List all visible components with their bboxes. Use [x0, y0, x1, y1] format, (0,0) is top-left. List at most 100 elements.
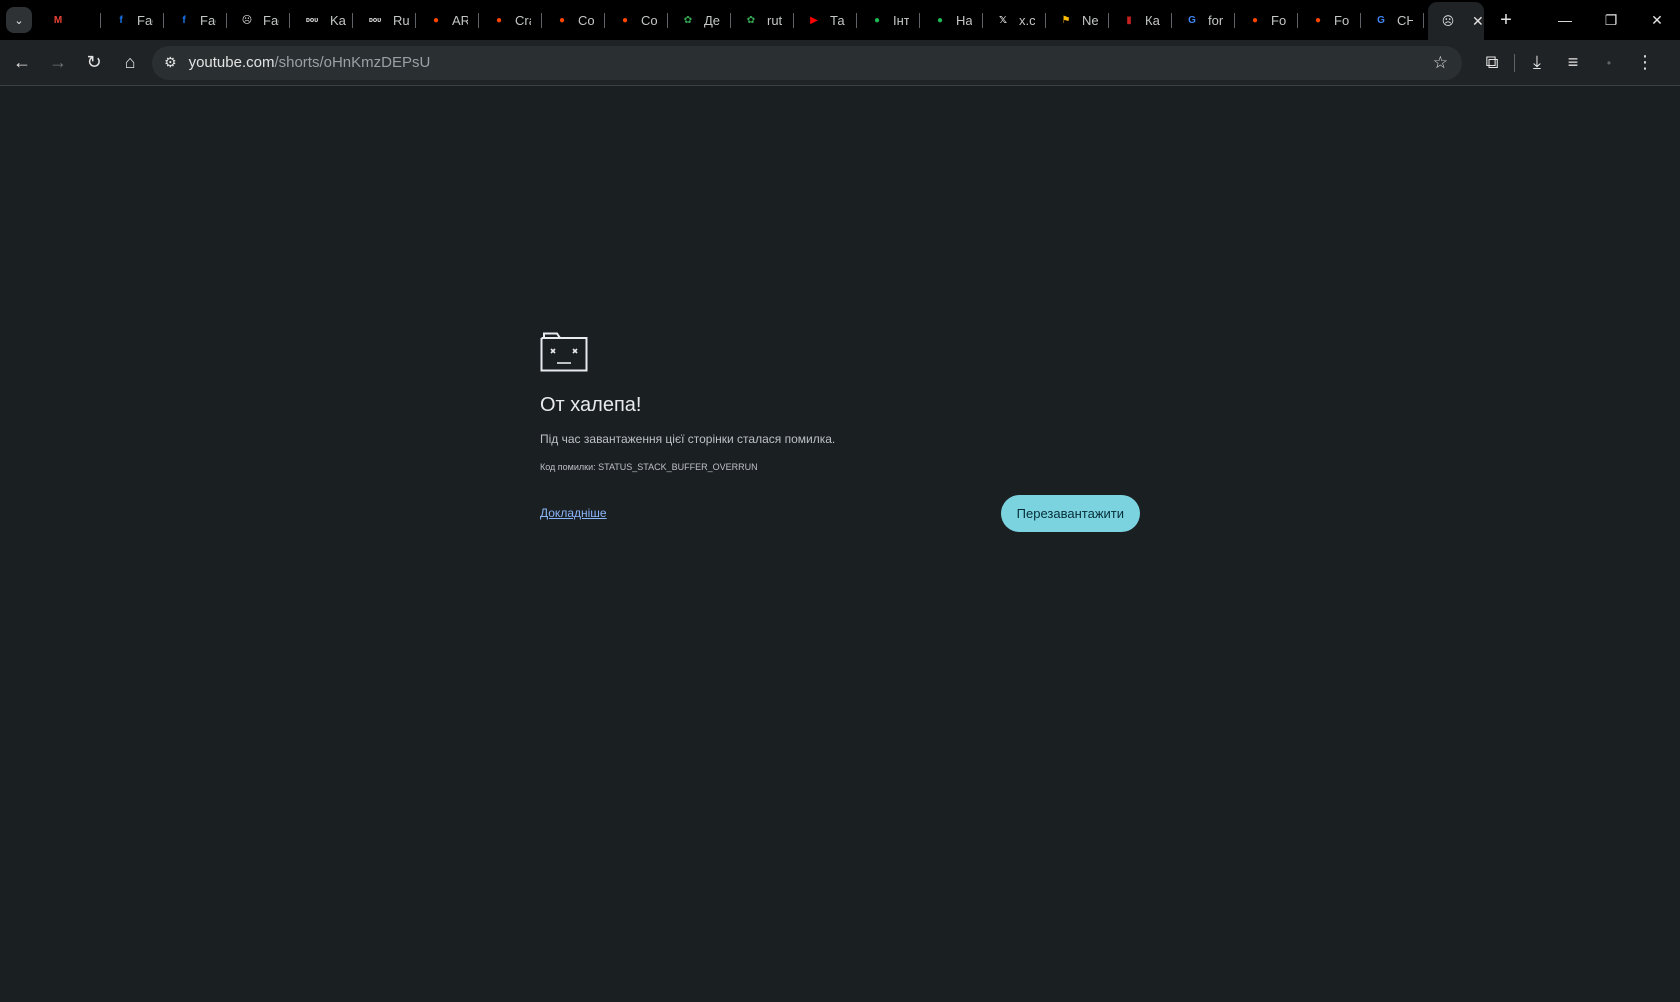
tab-title: rut: [767, 12, 783, 28]
green-globe-icon: ●: [873, 14, 881, 26]
arrow-left-icon: ←: [13, 52, 31, 72]
url-host: youtube.com: [188, 54, 275, 71]
sad-tab-icon: ☹: [241, 14, 253, 26]
tab[interactable]: ▶ Та: [794, 0, 857, 40]
tab-title: for: [1208, 12, 1224, 28]
tab[interactable]: ✿ rut: [731, 0, 794, 40]
tab-title: Fac: [200, 12, 216, 28]
facebook-icon: f: [119, 14, 123, 26]
tab[interactable]: ● Інт: [857, 0, 920, 40]
flag-icon: ⚑: [1061, 14, 1071, 26]
sad-folder-icon: [540, 332, 588, 372]
google-icon: G: [1188, 14, 1196, 26]
restore-button[interactable]: ❐: [1588, 0, 1634, 40]
tab-title: Ка: [1145, 12, 1160, 28]
reload-page-button[interactable]: Перезавантажити: [1000, 494, 1140, 532]
sad-tab-icon: ☹: [1441, 14, 1455, 28]
page-content: От халепа! Під час завантаження цієї сто…: [0, 87, 1680, 1002]
bookmark-star-icon[interactable]: ☆: [1433, 53, 1448, 73]
tab-title: CH: [1397, 12, 1413, 28]
forward-button[interactable]: →: [40, 45, 76, 81]
tab-title: AR: [452, 12, 468, 28]
learn-more-link[interactable]: Докладніше: [540, 506, 607, 520]
back-button[interactable]: ←: [4, 45, 40, 81]
tab[interactable]: ⚑ Ne: [1046, 0, 1109, 40]
reddit-icon: ●: [1314, 14, 1322, 26]
reddit-icon: ●: [558, 14, 566, 26]
tab[interactable]: ᴅᴏᴜ Ru: [353, 0, 416, 40]
tab[interactable]: ● На: [920, 0, 983, 40]
chevron-down-icon: ⌄: [14, 14, 24, 27]
youtube-icon: ▶: [810, 14, 818, 26]
url-text[interactable]: youtube.com/shorts/oHnKmzDEPsU: [189, 54, 431, 71]
tab[interactable]: f Fac: [101, 0, 164, 40]
tab[interactable]: ● Fo: [1298, 0, 1361, 40]
tab-title: Co: [641, 12, 657, 28]
tab-title: На: [956, 12, 972, 28]
download-icon: ⤓: [1533, 52, 1541, 72]
puzzle-icon: ✿: [746, 14, 756, 26]
tab[interactable]: ᴅᴏᴜ Ka: [290, 0, 353, 40]
tab-title: x.co: [1019, 12, 1035, 28]
tab[interactable]: ● AR: [416, 0, 479, 40]
facebook-icon: f: [182, 14, 186, 26]
puzzle-icon: ✿: [683, 14, 693, 26]
browser-toolbar: ← → ↻ ⌂ ⚙ youtube.com/shorts/oHnKmzDEPsU…: [0, 40, 1680, 86]
reddit-icon: ●: [432, 14, 440, 26]
kebab-menu-icon: ⋮: [1636, 52, 1654, 72]
close-window-button[interactable]: ✕: [1634, 0, 1680, 40]
tab[interactable]: ● Co: [605, 0, 668, 40]
tab-title: Fac: [263, 12, 279, 28]
address-bar[interactable]: ⚙ youtube.com/shorts/oHnKmzDEPsU ☆: [152, 45, 1462, 80]
minimize-button[interactable]: —: [1542, 0, 1588, 40]
tab[interactable]: ● Co: [542, 0, 605, 40]
extensions-button[interactable]: ⧉: [1474, 45, 1510, 81]
error-message: Під час завантаження цієї сторінки стала…: [540, 432, 836, 446]
tab-active[interactable]: ☹ ✕: [1428, 2, 1484, 40]
tab-title: Fac: [137, 12, 153, 28]
tab[interactable]: ✿ Де: [668, 0, 731, 40]
reload-button[interactable]: ↻: [76, 45, 112, 81]
plus-icon: +: [1500, 8, 1512, 31]
tab-title: Ru: [393, 12, 409, 28]
menu-button[interactable]: ⋮: [1627, 45, 1663, 81]
tab-title: Co: [578, 12, 594, 28]
window-controls: — ❐ ✕: [1542, 0, 1680, 40]
tab[interactable]: ● Fo: [1235, 0, 1298, 40]
site-info-icon[interactable]: ⚙: [164, 54, 177, 71]
reddit-icon: ●: [621, 14, 629, 26]
tab[interactable]: Gfor: [1172, 0, 1235, 40]
tab-title: Де: [704, 12, 720, 28]
toolbar-divider: [1514, 53, 1515, 72]
tab[interactable]: M: [38, 0, 101, 40]
puzzle-icon: ⧉: [1485, 52, 1499, 72]
tab[interactable]: ● Cra: [479, 0, 542, 40]
tab-title: Cra: [515, 12, 531, 28]
tab[interactable]: 𝕏x.co: [983, 0, 1046, 40]
tab-title: Інт: [893, 12, 909, 28]
reddit-icon: ●: [495, 14, 503, 26]
new-tab-button[interactable]: +: [1492, 6, 1520, 34]
red-logo-icon: ▮: [1126, 14, 1132, 26]
tab-list: MfFacfFac☹FacᴅᴏᴜKaᴅᴏᴜRu●AR●Cra●Co●Co✿Де✿…: [38, 0, 1424, 40]
tab-title: Fo: [1334, 12, 1350, 28]
error-actions: Докладніше Перезавантажити: [540, 494, 1140, 532]
url-path: /shorts/oHnKmzDEPsU: [274, 54, 431, 71]
error-title: От халепа!: [540, 394, 642, 416]
close-icon[interactable]: ✕: [1472, 13, 1484, 30]
arrow-right-icon: →: [49, 52, 67, 72]
home-button[interactable]: ⌂: [112, 45, 148, 81]
tab-title: Та: [830, 12, 845, 28]
tab[interactable]: ▮ Ка: [1109, 0, 1172, 40]
tab-search-button[interactable]: ⌄: [6, 7, 32, 33]
error-panel: От халепа! Під час завантаження цієї сто…: [540, 332, 1140, 532]
tab[interactable]: f Fac: [164, 0, 227, 40]
home-icon: ⌂: [124, 52, 136, 72]
dou-icon: ᴅᴏᴜ: [305, 16, 319, 24]
tab[interactable]: ☹ Fac: [227, 0, 290, 40]
downloads-button[interactable]: ⤓: [1519, 45, 1555, 81]
media-controls-button[interactable]: ≡: [1555, 45, 1591, 81]
tab-title: Ka: [330, 12, 346, 28]
tab[interactable]: G CH: [1361, 0, 1424, 40]
profile-button[interactable]: •: [1591, 45, 1627, 81]
